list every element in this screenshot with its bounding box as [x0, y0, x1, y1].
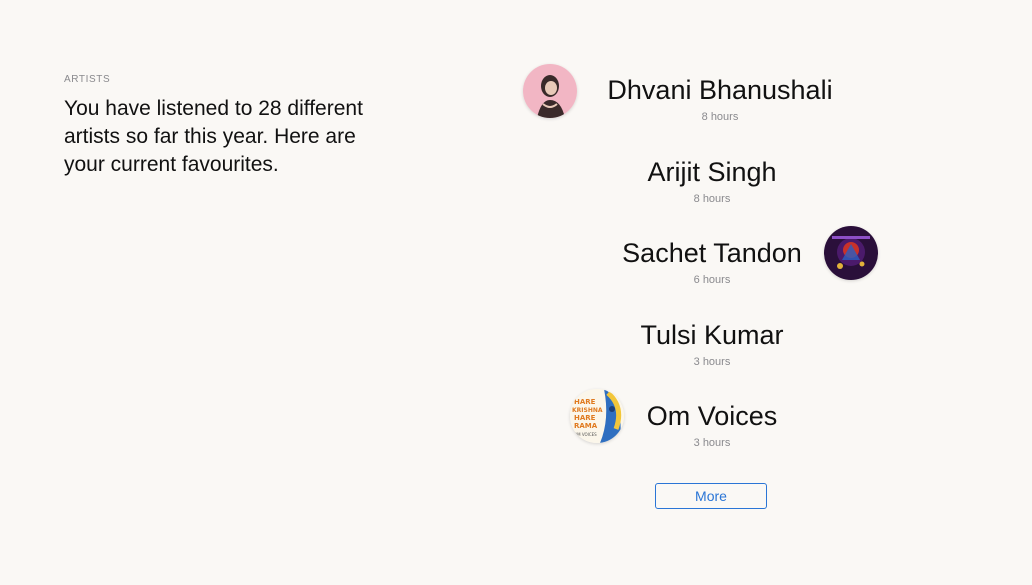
artist-name[interactable]: Om Voices — [512, 399, 912, 433]
artist-item[interactable]: Arijit Singh 8 hours — [512, 155, 912, 205]
artists-intro: ARTISTS You have listened to 28 differen… — [64, 74, 364, 179]
artist-list: Dhvani Bhanushali 8 hours Arijit Singh 8… — [512, 60, 912, 530]
artist-item[interactable]: Dhvani Bhanushali 8 hours — [520, 73, 920, 123]
artists-summary-headline: You have listened to 28 different artist… — [64, 97, 363, 176]
artist-name[interactable]: Dhvani Bhanushali — [520, 73, 920, 107]
section-label: ARTISTS — [64, 74, 111, 85]
artist-hours: 8 hours — [693, 193, 731, 205]
album-cover-image — [824, 226, 878, 280]
artist-item[interactable]: Om Voices 3 hours — [512, 399, 912, 449]
artist-name[interactable]: Arijit Singh — [512, 155, 912, 189]
artist-hours: 8 hours — [701, 111, 739, 123]
artist-avatar-sachet-tandon[interactable] — [824, 226, 878, 280]
artists-page: ARTISTS You have listened to 28 differen… — [0, 0, 1032, 585]
artist-hours: 3 hours — [693, 437, 731, 449]
artist-hours: 3 hours — [693, 356, 731, 368]
artist-name[interactable]: Tulsi Kumar — [512, 318, 912, 352]
more-button[interactable]: More — [655, 483, 767, 509]
artist-item[interactable]: Tulsi Kumar 3 hours — [512, 318, 912, 368]
